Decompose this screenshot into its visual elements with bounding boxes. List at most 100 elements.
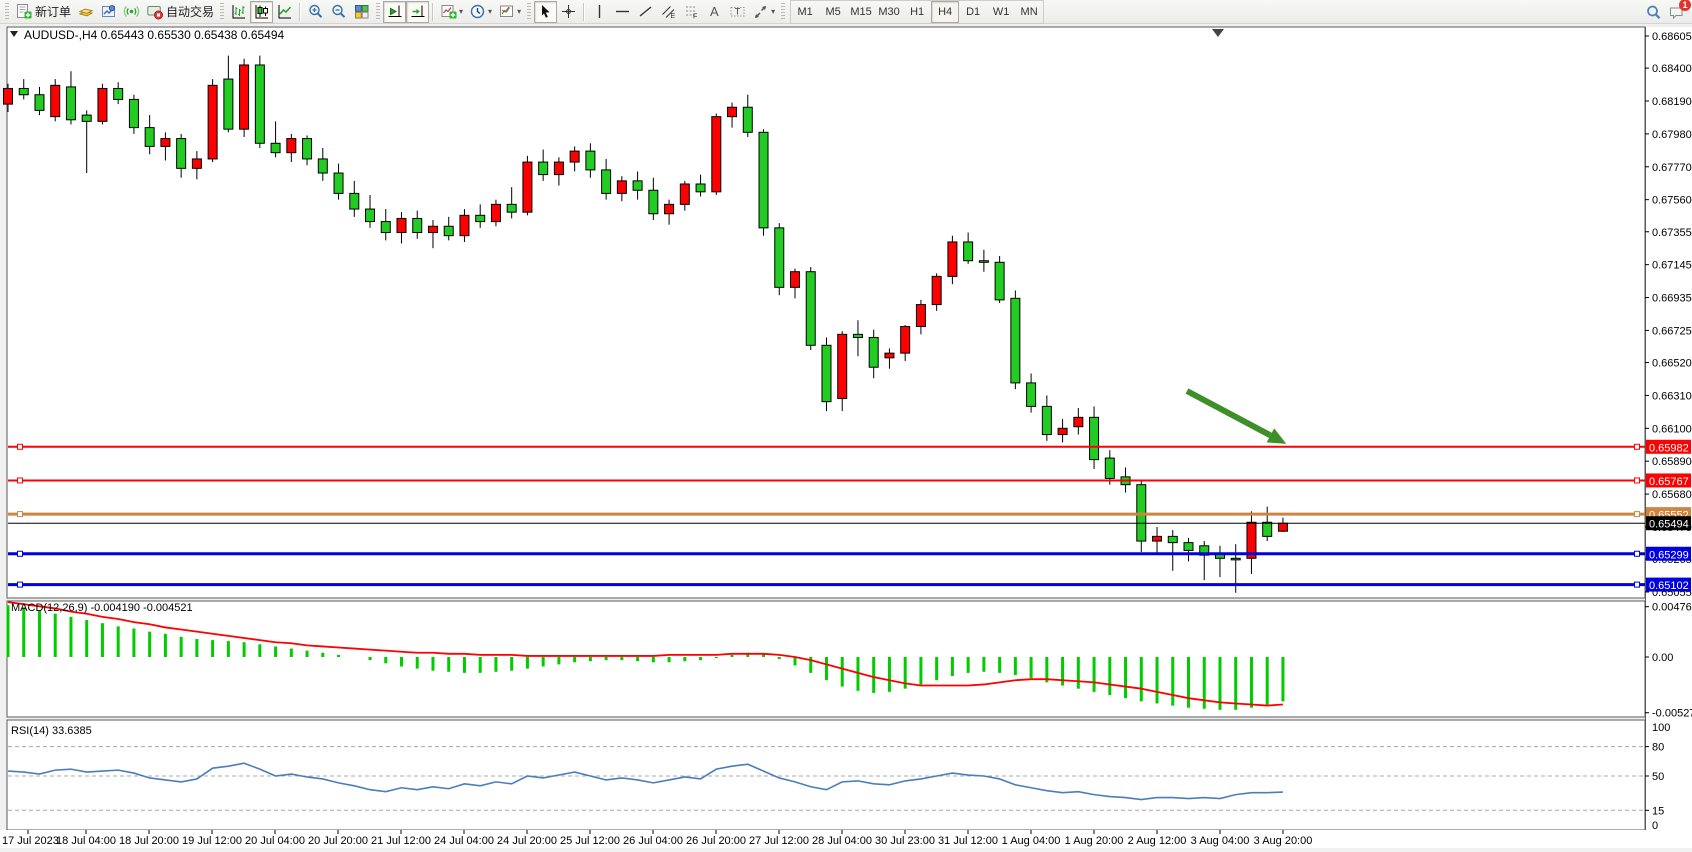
new-order-button[interactable]: 新订单	[12, 1, 74, 23]
toolbar-grip	[5, 3, 9, 21]
main-toolbar: 新订单 自动交易 ▾ ▾ ▾ EFAT ▾ M1M5M15M30H1H4D1W1MN 1	[0, 0, 1692, 24]
svg-text:18 Jul 04:00: 18 Jul 04:00	[56, 835, 116, 847]
candlestick-chart-button[interactable]	[250, 1, 273, 23]
svg-text:0.66100: 0.66100	[1652, 423, 1692, 435]
zoom-out-button[interactable]	[327, 1, 350, 23]
svg-text:0.67980: 0.67980	[1652, 129, 1692, 141]
text-label-icon: T	[729, 3, 746, 20]
svg-text:24 Jul 20:00: 24 Jul 20:00	[497, 835, 557, 847]
trendline-button[interactable]	[634, 1, 657, 23]
text-button[interactable]: A	[703, 1, 726, 23]
vertical-line-button[interactable]	[588, 1, 611, 23]
svg-text:0.67560: 0.67560	[1652, 195, 1692, 207]
svg-text:0.66725: 0.66725	[1652, 325, 1692, 337]
chevron-down-icon[interactable]: ▾	[517, 7, 521, 16]
bar-chart-button[interactable]	[227, 1, 250, 23]
rsi-panel[interactable]	[7, 720, 1645, 830]
chart-shift-button[interactable]	[406, 1, 429, 23]
svg-text:0.67145: 0.67145	[1652, 260, 1692, 272]
timeframe-group: M1M5M15M30H1H4D1W1MN	[790, 0, 1044, 24]
new-order-icon	[15, 3, 32, 20]
vertical-line-icon	[591, 3, 608, 20]
horizontal-line-button[interactable]	[611, 1, 634, 23]
templates-icon	[498, 3, 515, 20]
toolbar-separator	[583, 3, 585, 21]
rsi-label: RSI(14) 33.6385	[11, 725, 92, 737]
crosshair-button[interactable]	[557, 1, 580, 23]
periods-button[interactable]: ▾	[466, 1, 495, 23]
timeframe-h4-button[interactable]: H4	[931, 1, 959, 23]
svg-text:0.66310: 0.66310	[1652, 390, 1692, 402]
timeframe-d1-button[interactable]: D1	[959, 1, 987, 23]
svg-text:1 Aug 20:00: 1 Aug 20:00	[1065, 835, 1124, 847]
search-icon	[1645, 4, 1662, 21]
svg-text:-0.005276: -0.005276	[1652, 708, 1692, 720]
svg-text:31 Jul 12:00: 31 Jul 12:00	[938, 835, 998, 847]
quotes-button[interactable]	[74, 1, 97, 23]
signals-icon	[123, 3, 140, 20]
toolbar-separator	[432, 3, 434, 21]
auto-scroll-button[interactable]	[383, 1, 406, 23]
timeframe-m30-button[interactable]: M30	[875, 1, 903, 23]
chevron-down-icon[interactable]: ▾	[459, 7, 463, 16]
svg-text:0.66520: 0.66520	[1652, 358, 1692, 370]
arrows-button[interactable]: ▾	[749, 1, 778, 23]
svg-text:27 Jul 12:00: 27 Jul 12:00	[749, 835, 809, 847]
cursor-button[interactable]	[534, 1, 557, 23]
tile-windows-button[interactable]	[350, 1, 373, 23]
fibonacci-icon: F	[683, 3, 700, 20]
main-chart-panel[interactable]	[7, 27, 1645, 598]
svg-text:80: 80	[1652, 742, 1664, 754]
autotrading-button[interactable]: 自动交易	[143, 1, 217, 23]
autotrading-button-label: 自动交易	[166, 3, 214, 20]
chart-shift-icon	[409, 3, 426, 20]
timeframe-w1-button[interactable]: W1	[987, 1, 1015, 23]
signals-button[interactable]	[120, 1, 143, 23]
timeframe-mn-button[interactable]: MN	[1015, 1, 1043, 23]
toolbar-grip	[781, 3, 785, 21]
svg-text:1 Aug 04:00: 1 Aug 04:00	[1002, 835, 1061, 847]
text-label-button[interactable]: T	[726, 1, 749, 23]
svg-text:0.68605: 0.68605	[1652, 31, 1692, 43]
svg-text:0.004765: 0.004765	[1652, 602, 1692, 614]
svg-text:50: 50	[1652, 771, 1664, 783]
svg-text:2 Aug 12:00: 2 Aug 12:00	[1128, 835, 1187, 847]
tile-windows-icon	[353, 3, 370, 20]
fibonacci-button[interactable]: F	[680, 1, 703, 23]
market-watch-button[interactable]	[97, 1, 120, 23]
toolbar-grip	[220, 3, 224, 21]
svg-text:17 Jul 2023: 17 Jul 2023	[2, 835, 59, 847]
terminal-window: 新订单 自动交易 ▾ ▾ ▾ EFAT ▾ M1M5M15M30H1H4D1W1MN 1 0.6…	[0, 0, 1692, 852]
templates-button[interactable]: ▾	[495, 1, 524, 23]
current-price-label: 0.65494	[1649, 519, 1689, 531]
chart-area[interactable]: 0.686050.684000.681900.679800.677700.675…	[0, 24, 1692, 852]
cursor-icon	[537, 3, 554, 20]
chat-button[interactable]: 1	[1665, 1, 1688, 23]
timeframe-h1-button[interactable]: H1	[903, 1, 931, 23]
macd-label: MACD(12,26,9) -0.004190 -0.004521	[11, 602, 193, 614]
equidistant-channel-button[interactable]: E	[657, 1, 680, 23]
bar-chart-icon	[230, 3, 247, 20]
chevron-down-icon[interactable]: ▾	[771, 7, 775, 16]
search-button[interactable]	[1642, 1, 1665, 23]
svg-text:20 Jul 20:00: 20 Jul 20:00	[308, 835, 368, 847]
svg-text:26 Jul 04:00: 26 Jul 04:00	[623, 835, 683, 847]
indicators-icon	[440, 3, 457, 20]
line-chart-button[interactable]	[273, 1, 296, 23]
svg-text:100: 100	[1652, 722, 1670, 734]
timeframe-m15-button[interactable]: M15	[847, 1, 875, 23]
horizontal-line-icon	[614, 3, 631, 20]
indicators-button[interactable]: ▾	[437, 1, 466, 23]
support-line-1-price-label: 0.65299	[1649, 549, 1689, 561]
zoom-in-button[interactable]	[304, 1, 327, 23]
timeframe-m1-button[interactable]: M1	[791, 1, 819, 23]
svg-text:28 Jul 04:00: 28 Jul 04:00	[812, 835, 872, 847]
svg-text:0.65890: 0.65890	[1652, 456, 1692, 468]
svg-text:0.68400: 0.68400	[1652, 63, 1692, 75]
chevron-down-icon[interactable]: ▾	[488, 7, 492, 16]
svg-text:21 Jul 12:00: 21 Jul 12:00	[371, 835, 431, 847]
timeframe-m5-button[interactable]: M5	[819, 1, 847, 23]
candlestick-chart-icon	[253, 3, 270, 20]
svg-text:0.67355: 0.67355	[1652, 227, 1692, 239]
svg-text:E: E	[671, 13, 676, 20]
